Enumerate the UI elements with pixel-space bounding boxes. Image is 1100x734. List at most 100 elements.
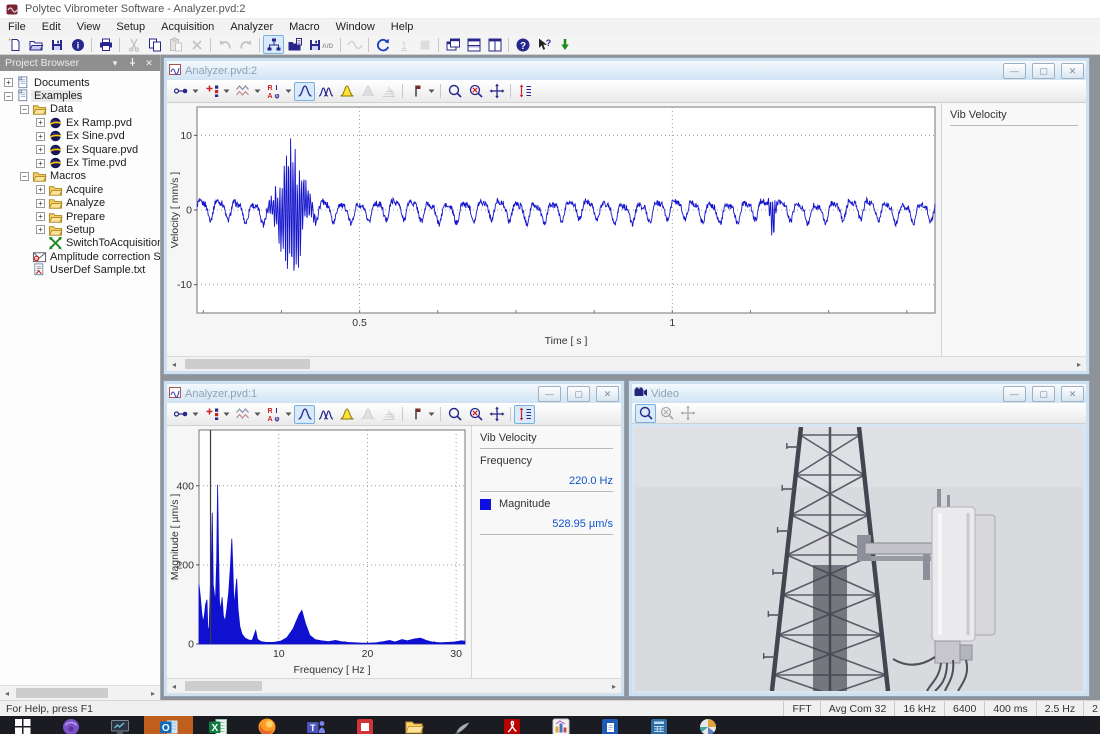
maximize-button[interactable]: ▢ (1032, 386, 1055, 402)
pan-icon[interactable] (677, 404, 698, 423)
tree-item-examples[interactable]: −Examples (0, 89, 160, 102)
zoom-off-icon[interactable] (465, 405, 486, 424)
link-cursors-icon[interactable] (170, 82, 191, 101)
taskbar-monitor-app[interactable] (95, 716, 144, 734)
y-autoscale-icon[interactable] (514, 82, 535, 101)
menu-acquisition[interactable]: Acquisition (153, 21, 222, 33)
spectrum-plot[interactable]: 0200400102030Magnitude [ µm/s ]Frequency… (167, 426, 471, 679)
scroll-right-icon[interactable]: ▸ (1072, 360, 1086, 369)
copy-icon[interactable] (144, 35, 165, 54)
pan-icon[interactable] (486, 405, 507, 424)
expand-icon[interactable]: + (36, 159, 45, 168)
marker-icon[interactable] (406, 82, 427, 101)
minimize-button[interactable]: — (1003, 63, 1026, 79)
collapse-icon[interactable]: − (4, 92, 13, 101)
graph-filled-icon[interactable] (336, 405, 357, 424)
tree-item-switchtoacquisitionmo[interactable]: SwitchToAcquisitionMo (0, 237, 160, 250)
dropdown-arrow-icon[interactable] (427, 83, 435, 100)
taskbar-outlook[interactable]: O (144, 716, 193, 734)
minimize-button[interactable]: — (1003, 386, 1026, 402)
tree-item-setup[interactable]: +Setup (0, 223, 160, 236)
minimize-button[interactable]: — (538, 386, 561, 402)
open-analyzer-icon[interactable] (284, 35, 305, 54)
graph-waterfall-icon[interactable] (378, 82, 399, 101)
tile-vertical-icon[interactable] (484, 35, 505, 54)
dropdown-arrow-icon[interactable] (191, 406, 199, 423)
cut-icon[interactable] (123, 35, 144, 54)
pan-icon[interactable] (486, 82, 507, 101)
scroll-right-icon[interactable]: ▸ (146, 689, 160, 698)
maximize-button[interactable]: ▢ (567, 386, 590, 402)
dropdown-arrow-icon[interactable] (191, 83, 199, 100)
dropdown-arrow-icon[interactable] (284, 83, 292, 100)
graph-filled-icon[interactable] (336, 82, 357, 101)
zoom-icon[interactable] (444, 405, 465, 424)
taskbar-grid-app[interactable] (634, 716, 683, 734)
dropdown-arrow-icon[interactable] (222, 406, 230, 423)
taskbar-red-panel-app[interactable] (340, 716, 389, 734)
cascade-windows-icon[interactable] (442, 35, 463, 54)
dropdown-arrow-icon[interactable] (427, 406, 435, 423)
scroll-right-icon[interactable]: ▸ (607, 682, 621, 691)
taskbar-gray-pen-app[interactable] (438, 716, 487, 734)
expand-icon[interactable]: + (36, 185, 45, 194)
marker-icon[interactable] (406, 405, 427, 424)
zoom-icon[interactable] (635, 404, 656, 423)
tree-item-data[interactable]: −Data (0, 103, 160, 116)
analyzer1-title-bar[interactable]: Analyzer.pvd:1 — ▢ ✕ (167, 384, 621, 403)
scroll-left-icon[interactable]: ◂ (167, 682, 181, 691)
expand-icon[interactable]: + (36, 212, 45, 221)
tree-item-ex-time-pvd[interactable]: +Ex Time.pvd (0, 156, 160, 169)
video-title-bar[interactable]: Video — ▢ ✕ (632, 384, 1086, 403)
menu-analyzer[interactable]: Analyzer (222, 21, 281, 33)
redo-icon[interactable] (235, 35, 256, 54)
taskbar-excel[interactable]: X (193, 716, 242, 734)
stop-icon[interactable] (414, 35, 435, 54)
y-autoscale-icon[interactable] (514, 405, 535, 424)
new-document-icon[interactable] (4, 35, 25, 54)
tree-item-ex-sine-pvd[interactable]: +Ex Sine.pvd (0, 130, 160, 143)
taskbar-firefox[interactable] (242, 716, 291, 734)
zoom-icon[interactable] (444, 82, 465, 101)
dropdown-arrow-icon[interactable] (284, 406, 292, 423)
zoom-off-icon[interactable] (656, 404, 677, 423)
tree-item-amplitude-correction-sam[interactable]: aAmplitude correction Sam (0, 250, 160, 263)
print-icon[interactable] (95, 35, 116, 54)
start-button[interactable] (0, 716, 46, 734)
graph-single-icon[interactable] (294, 405, 315, 424)
tree-item-acquire[interactable]: +Acquire (0, 183, 160, 196)
taskbar-chart-app[interactable] (536, 716, 585, 734)
dropdown-arrow-icon[interactable] (253, 83, 261, 100)
single-shot-icon[interactable]: 1 (393, 35, 414, 54)
tree-item-documents[interactable]: +Documents (0, 76, 160, 89)
expand-icon[interactable]: + (36, 225, 45, 234)
save-icon[interactable] (46, 35, 67, 54)
collapse-icon[interactable]: − (20, 172, 29, 181)
tree-item-analyze[interactable]: +Analyze (0, 197, 160, 210)
info-icon[interactable]: i (67, 35, 88, 54)
analyzer2-hscrollbar[interactable]: ◂ ▸ (167, 356, 1086, 371)
context-help-icon[interactable]: ? (533, 35, 554, 54)
taskbar-color-wheel-app[interactable] (683, 716, 732, 734)
taskbar-blue-doc-app[interactable] (585, 716, 634, 734)
menu-file[interactable]: File (0, 21, 34, 33)
video-viewport[interactable] (632, 424, 1086, 693)
close-icon[interactable]: ✕ (143, 58, 155, 69)
save-ad-icon[interactable]: A/D (305, 35, 337, 54)
project-browser-hscrollbar[interactable]: ◂ ▸ (0, 685, 160, 700)
graph-multi-icon[interactable] (315, 405, 336, 424)
add-cursor-icon[interactable] (201, 405, 222, 424)
tree-item-ex-square-pvd[interactable]: +Ex Square.pvd (0, 143, 160, 156)
maximize-button[interactable]: ▢ (1032, 63, 1055, 79)
signal-wave-icon[interactable] (344, 35, 365, 54)
close-button[interactable]: ✕ (596, 386, 619, 402)
expand-icon[interactable]: + (36, 145, 45, 154)
expand-icon[interactable]: + (4, 78, 13, 87)
taskbar-purple-sphere-app[interactable] (46, 716, 95, 734)
dropdown-arrow-icon[interactable] (253, 406, 261, 423)
project-browser-icon[interactable] (263, 35, 284, 54)
collapse-icon[interactable]: − (20, 105, 29, 114)
compare-signals-icon[interactable] (232, 405, 253, 424)
refresh-icon[interactable] (372, 35, 393, 54)
close-button[interactable]: ✕ (1061, 386, 1084, 402)
